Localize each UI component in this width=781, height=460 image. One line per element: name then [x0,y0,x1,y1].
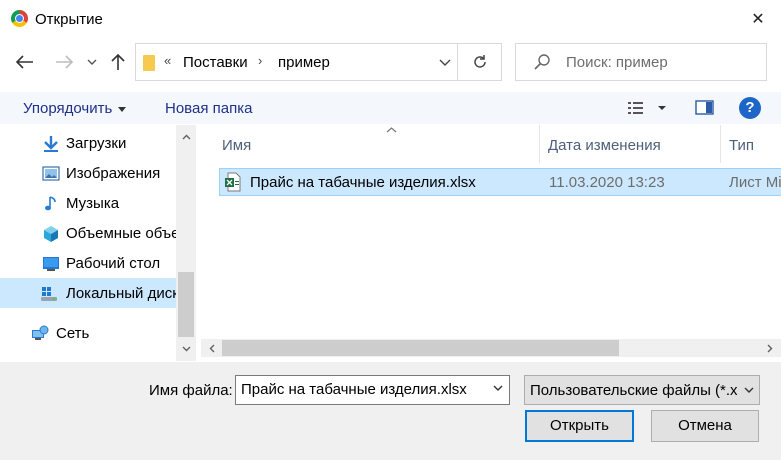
chrome-icon [11,10,28,27]
drive-icon [41,287,57,301]
open-button[interactable]: Открыть [525,410,634,442]
title-bar: Открытие ✕ [0,0,781,38]
sort-ascending-icon [386,127,397,133]
file-row[interactable]: Прайс на табачные изделия.xlsx 11.03.202… [219,168,781,196]
column-header-name[interactable]: Имя [214,125,540,163]
excel-file-icon [225,172,241,192]
music-icon [45,196,56,211]
caret-down-icon [118,106,127,112]
change-view-button[interactable] [625,99,670,117]
nav-item-label: Рабочий стол [66,255,161,272]
close-button[interactable]: ✕ [735,0,781,38]
filetype-value: Пользовательские файлы (*.xlsx) [530,382,760,399]
scroll-down-arrow[interactable] [176,341,196,357]
pictures-icon [42,166,60,181]
navigation-pane: Загрузки Изображения Музыка Объемные объ… [0,125,196,361]
3d-objects-icon [44,226,58,242]
refresh-button[interactable] [457,44,501,80]
window-title: Открытие [35,11,103,28]
column-header-type[interactable]: Тип [721,125,781,163]
refresh-icon [473,55,486,68]
chevron-down-icon [439,59,451,66]
chevron-left-icon [209,344,215,352]
scroll-right-arrow[interactable] [761,339,779,357]
filename-combobox[interactable]: Прайс на табачные изделия.xlsx [235,375,510,405]
scroll-thumb[interactable] [178,272,194,337]
chevron-down-icon [182,346,190,352]
command-bar: Упорядочить Новая папка ? [0,92,781,124]
organize-label: Упорядочить [23,100,113,117]
desktop-icon [43,257,59,271]
nav-item-3d-objects[interactable]: Объемные объекты [0,218,196,248]
horizontal-scrollbar[interactable] [201,339,781,357]
column-header-date[interactable]: Дата изменения [540,125,721,163]
recent-locations-button[interactable] [82,48,102,76]
search-input[interactable] [566,54,761,71]
new-folder-button[interactable]: Новая папка [165,100,252,117]
cancel-button[interactable]: Отмена [651,410,759,442]
arrow-right-icon [56,55,73,69]
preview-pane-button[interactable] [694,98,716,118]
nav-item-label: Локальный диск [66,285,179,302]
chevron-up-icon [182,134,190,140]
nav-item-local-disk[interactable]: Локальный диск [0,278,179,308]
file-list: Имя Дата изменения Тип Прайс на табачные… [201,125,781,361]
file-type: Лист Microsoft Excel [729,174,781,191]
breadcrumb-item[interactable]: пример [278,54,330,71]
nav-item-network[interactable]: Сеть [0,318,176,348]
file-modified: 11.03.2020 13:23 [549,174,665,191]
address-bar[interactable]: « Поставки › пример [135,43,502,81]
nav-item-label: Сеть [56,325,90,342]
address-history-dropdown[interactable] [433,44,457,80]
breadcrumb-separator[interactable]: › [258,53,262,68]
open-file-dialog: Открытие ✕ « Поставки › пример Поиск: пр… [0,0,781,460]
nav-item-label: Музыка [66,195,120,212]
chevron-down-icon[interactable] [493,385,503,391]
dialog-footer: Имя файла: Прайс на табачные изделия.xls… [0,362,781,460]
filetype-dropdown-arrow[interactable] [737,376,759,404]
nav-item-label: Загрузки [66,135,127,152]
help-button[interactable]: ? [739,97,761,119]
arrow-left-icon [16,55,33,69]
arrow-up-icon [111,53,125,70]
up-button[interactable] [104,48,132,76]
forward-button[interactable] [50,48,78,76]
nav-item-label: Изображения [66,165,161,182]
preview-pane-icon [695,100,714,115]
nav-item-downloads[interactable]: Загрузки [0,128,176,158]
back-button[interactable] [11,48,39,76]
nav-item-music[interactable]: Музыка [0,188,176,218]
breadcrumb-overflow[interactable]: « [164,53,171,68]
chevron-down-icon [744,387,754,393]
search-icon [534,54,550,70]
network-icon [32,325,49,340]
chevron-right-icon [767,344,773,352]
nav-item-desktop[interactable]: Рабочий стол [0,248,176,278]
file-name: Прайс на табачные изделия.xlsx [250,174,476,191]
folder-icon [143,55,155,71]
nav-item-pictures[interactable]: Изображения [0,158,176,188]
filename-label: Имя файла: [149,382,233,399]
search-box[interactable] [515,43,767,81]
column-label: Имя [222,137,252,154]
column-label: Дата изменения [548,137,661,154]
scroll-up-arrow[interactable] [176,129,196,145]
organize-menu[interactable]: Упорядочить [23,100,127,117]
column-label: Тип [729,137,755,154]
filetype-select[interactable]: Пользовательские файлы (*.xlsx) [524,375,760,405]
scroll-thumb[interactable] [222,340,619,356]
scroll-left-arrow[interactable] [203,339,221,357]
chevron-down-icon [87,59,97,65]
filename-input[interactable]: Прайс на табачные изделия.xlsx [241,381,467,398]
close-icon: ✕ [751,11,765,28]
list-view-icon [628,102,666,114]
nav-scrollbar[interactable] [176,125,196,361]
download-icon [44,136,58,152]
breadcrumb-item[interactable]: Поставки [183,54,248,71]
